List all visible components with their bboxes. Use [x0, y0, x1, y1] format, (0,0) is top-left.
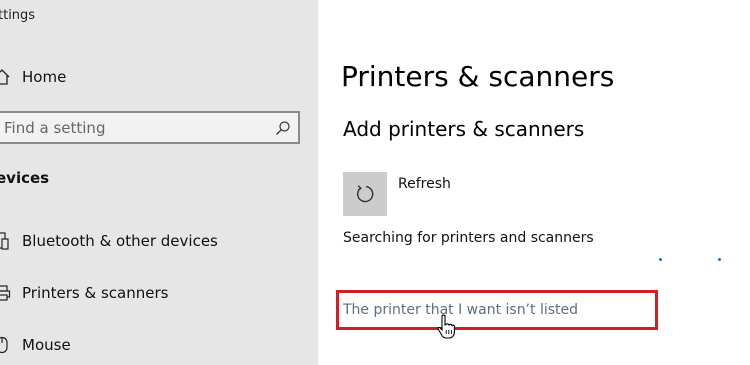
- main-content: Printers & scanners Add printers & scann…: [318, 0, 750, 365]
- section-subheading: Add printers & scanners: [343, 117, 585, 141]
- page-title: Printers & scanners: [341, 60, 615, 93]
- app-title: ttings: [0, 8, 36, 23]
- progress-dot: [659, 258, 662, 261]
- search-status-text: Searching for printers and scanners: [343, 230, 594, 246]
- progress-dot: [718, 258, 721, 261]
- sidebar-item-label: Mouse: [22, 336, 71, 354]
- refresh-button[interactable]: [343, 172, 387, 216]
- refresh-icon: [356, 185, 374, 203]
- section-header: evices: [0, 169, 50, 187]
- bluetooth-devices-icon: [0, 231, 12, 251]
- sidebar-item-label: Bluetooth & other devices: [22, 232, 218, 250]
- search-icon[interactable]: [275, 120, 291, 136]
- refresh-label[interactable]: Refresh: [398, 176, 451, 192]
- hand-cursor-icon: [437, 314, 455, 339]
- sidebar-item-label: Printers & scanners: [22, 284, 169, 302]
- search-placeholder: Find a setting: [4, 119, 106, 137]
- printer-icon: [0, 283, 12, 303]
- sidebar-item-label: Home: [22, 68, 67, 86]
- sidebar: ttings Home Find a setting evices Blueto…: [0, 0, 318, 365]
- search-input[interactable]: Find a setting: [0, 111, 300, 144]
- printer-not-listed-link[interactable]: The printer that I want isn’t listed: [343, 302, 578, 318]
- home-icon: [0, 67, 12, 87]
- mouse-icon: [0, 335, 12, 355]
